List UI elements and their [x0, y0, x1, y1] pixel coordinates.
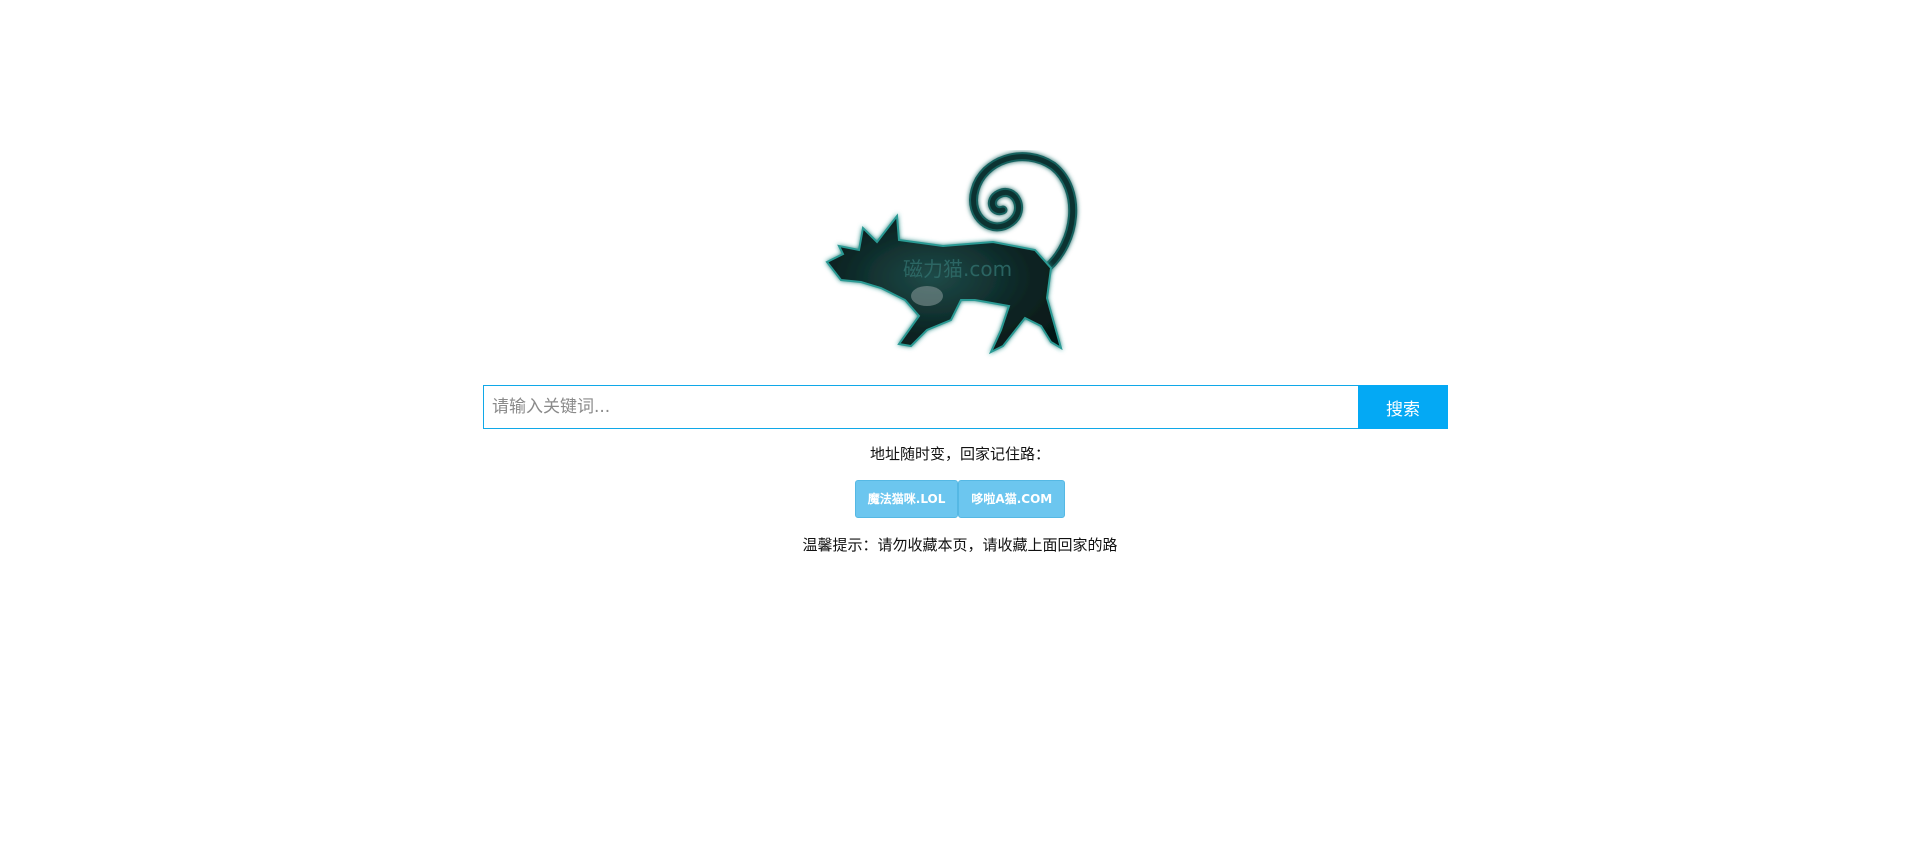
bookmark-tip: 温馨提示：请勿收藏本页，请收藏上面回家的路: [802, 536, 1118, 554]
address-note: 地址随时变，回家记住路：: [869, 445, 1050, 463]
mirror-link-2[interactable]: 哆啦A猫.COM: [958, 480, 1066, 518]
search-button[interactable]: 搜索: [1358, 385, 1448, 429]
mirror-link-1[interactable]: 魔法猫咪.LOL: [854, 480, 959, 518]
search-input[interactable]: [483, 385, 1358, 429]
page: 磁力猫.com 搜索 地址随时变，回家记住路： 魔法猫咪.LOL 哆啦A猫.CO…: [0, 0, 1920, 868]
search-bar: 搜索: [483, 385, 1448, 429]
mirror-links: 魔法猫咪.LOL 哆啦A猫.COM: [0, 480, 1920, 518]
logo-text: 磁力猫.com: [903, 257, 1012, 281]
cat-logo: 磁力猫.com: [815, 150, 1095, 370]
cat-logo-icon: 磁力猫.com: [825, 152, 1078, 355]
